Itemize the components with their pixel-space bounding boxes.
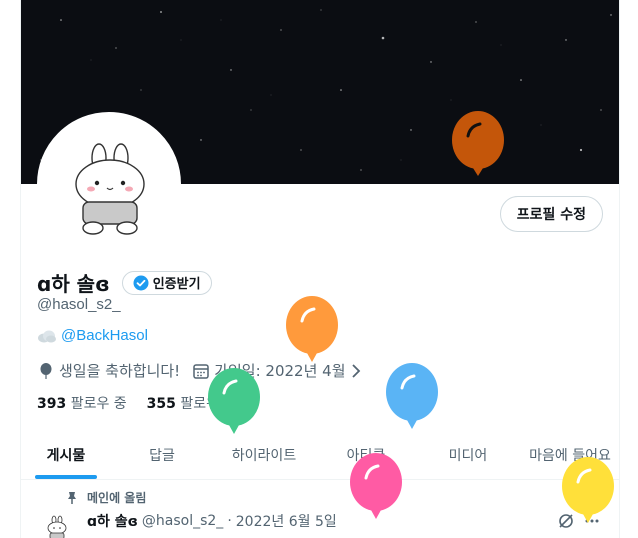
get-verified-label: 인증받기	[152, 277, 201, 292]
bunny-avatar-small	[47, 515, 67, 538]
tab-posts[interactable]: 게시물	[21, 430, 111, 479]
verified-badge-icon	[133, 275, 149, 290]
balloon-orange	[286, 296, 338, 362]
chevron-right-icon	[351, 363, 360, 378]
balloon-dark-orange	[452, 111, 504, 176]
display-name: ɑ하 솔ɞ	[37, 272, 110, 296]
tweet-avatar[interactable]	[43, 512, 71, 538]
pinned-label: 메인에 올림	[87, 491, 147, 505]
tweet-author-handle[interactable]: @hasol_s2_	[142, 513, 223, 529]
following-count: 393	[37, 396, 67, 412]
profile-handle: @hasol_s2_	[37, 296, 121, 313]
bunny-avatar-image	[41, 116, 177, 252]
balloon-green	[208, 368, 260, 434]
bio-mention-link[interactable]: @BackHasol	[61, 327, 148, 344]
followers-count: 355	[146, 396, 176, 412]
profile-bio: @BackHasol	[37, 327, 148, 344]
profile-page: 프로필 수정 ɑ하 솔ɞ 인증받기 @hasol_s2_ @BackHasol …	[20, 0, 620, 538]
balloon-pink	[350, 453, 402, 519]
pin-icon	[68, 491, 76, 504]
tweet-header: ɑ하 솔ɞ @hasol_s2_ · 2022년 6월 5일	[87, 511, 337, 531]
balloon-yellow	[562, 457, 614, 523]
cloud-emoji-icon	[38, 330, 56, 342]
following-label: 팔로우 중	[70, 396, 127, 412]
birthday-item: 생일을 축하합니다!	[37, 360, 180, 381]
edit-profile-button[interactable]: 프로필 수정	[499, 196, 603, 232]
balloon-pin-icon	[40, 362, 52, 379]
tab-replies[interactable]: 답글	[111, 430, 213, 479]
profile-tabs: 게시물 답글 하이라이트 아티클 미디어 마음에 들어요	[21, 430, 619, 480]
birthday-text: 생일을 축하합니다!	[59, 362, 181, 380]
pinned-indicator: 메인에 올림	[65, 489, 146, 506]
follow-stats: 393 팔로우 중 355 팔로워	[37, 393, 219, 413]
tweet-separator: ·	[227, 513, 232, 529]
tweet-author-name[interactable]: ɑ하 솔ɞ	[87, 511, 138, 531]
following-link[interactable]: 393 팔로우 중	[37, 393, 127, 413]
tab-media[interactable]: 미디어	[417, 430, 519, 479]
tweet-date[interactable]: 2022년 6월 5일	[236, 511, 337, 531]
profile-avatar[interactable]	[37, 112, 181, 256]
balloon-blue	[386, 363, 438, 429]
profile-name-row: ɑ하 솔ɞ 인증받기	[37, 268, 212, 297]
get-verified-button[interactable]: 인증받기	[121, 270, 212, 295]
